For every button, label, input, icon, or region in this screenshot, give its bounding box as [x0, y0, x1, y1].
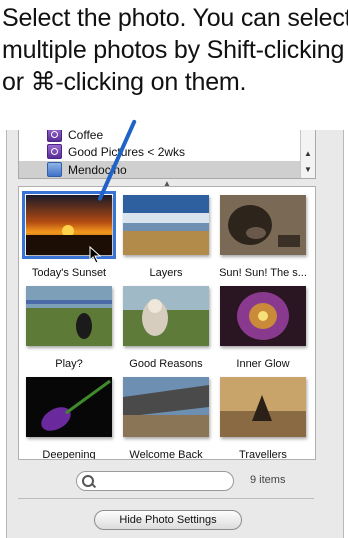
- photo-thumbnail: [220, 195, 306, 255]
- album-item-mendocino[interactable]: Mendocino: [19, 161, 301, 178]
- photo-caption: Welcome Back: [129, 449, 203, 460]
- album-label: Mendocino: [68, 162, 127, 177]
- scroll-down-icon[interactable]: ▼: [301, 163, 315, 177]
- search-icon: [82, 475, 94, 487]
- search-field[interactable]: [76, 471, 234, 491]
- photo-caption: Inner Glow: [236, 358, 290, 370]
- photo-tile[interactable]: Deepening: [22, 377, 116, 460]
- photo-tile[interactable]: Inner Glow: [216, 286, 310, 378]
- album-list[interactable]: Coffee Good Pictures < 2wks Mendocino ▲ …: [18, 130, 316, 179]
- photo-caption: Travellers: [239, 449, 287, 460]
- photo-caption: Good Reasons: [129, 358, 203, 370]
- photo-tile[interactable]: Welcome Back: [119, 377, 213, 460]
- photo-thumbnail: [220, 377, 306, 437]
- album-label: Good Pictures < 2wks: [68, 144, 186, 159]
- instruction-line-3: or ⌘-clicking on them.: [2, 68, 247, 96]
- photo-grid: Today's Sunset Layers Sun! Sun! The s...…: [18, 186, 316, 460]
- divider: [18, 498, 314, 499]
- photo-caption: Play?: [55, 358, 83, 370]
- photo-thumbnail: [220, 286, 306, 346]
- hide-photo-settings-button[interactable]: Hide Photo Settings: [94, 510, 242, 530]
- photo-tile[interactable]: Good Reasons: [119, 286, 213, 378]
- item-count: 9 items: [250, 474, 286, 486]
- photo-tile[interactable]: Layers: [119, 195, 213, 287]
- scroll-up-icon[interactable]: ▲: [301, 147, 315, 161]
- photo-caption: Sun! Sun! The s...: [219, 267, 307, 279]
- mouse-pointer-icon: [89, 246, 101, 264]
- photo-tile[interactable]: Sun! Sun! The s...: [216, 195, 310, 287]
- album-list-scrollbar[interactable]: ▲ ▼: [300, 130, 315, 178]
- folder-album-icon: [47, 162, 62, 177]
- photo-caption: Layers: [149, 267, 183, 279]
- album-item-coffee[interactable]: Coffee: [19, 130, 301, 143]
- photo-thumbnail: [123, 377, 209, 437]
- photo-thumbnail: [123, 195, 209, 255]
- photo-thumbnail: [123, 286, 209, 346]
- photo-tile[interactable]: Play?: [22, 286, 116, 378]
- photo-thumbnail: [26, 286, 112, 346]
- photo-tile[interactable]: Today's Sunset: [22, 191, 116, 287]
- photo-caption: Deepening: [42, 449, 96, 460]
- instruction-line-2: multiple photos by Shift-clicking: [2, 36, 345, 64]
- smart-album-icon: [47, 144, 62, 159]
- album-item-good-pictures[interactable]: Good Pictures < 2wks: [19, 143, 301, 160]
- album-label: Coffee: [68, 130, 104, 142]
- photo-thumbnail: [26, 377, 112, 437]
- photo-tile[interactable]: Travellers: [216, 377, 310, 460]
- instruction-text: Select the photo. You can select multipl…: [2, 2, 348, 98]
- instruction-line-1: Select the photo. You can select: [2, 4, 348, 32]
- smart-album-icon: [47, 130, 62, 142]
- photo-caption: Today's Sunset: [31, 267, 107, 279]
